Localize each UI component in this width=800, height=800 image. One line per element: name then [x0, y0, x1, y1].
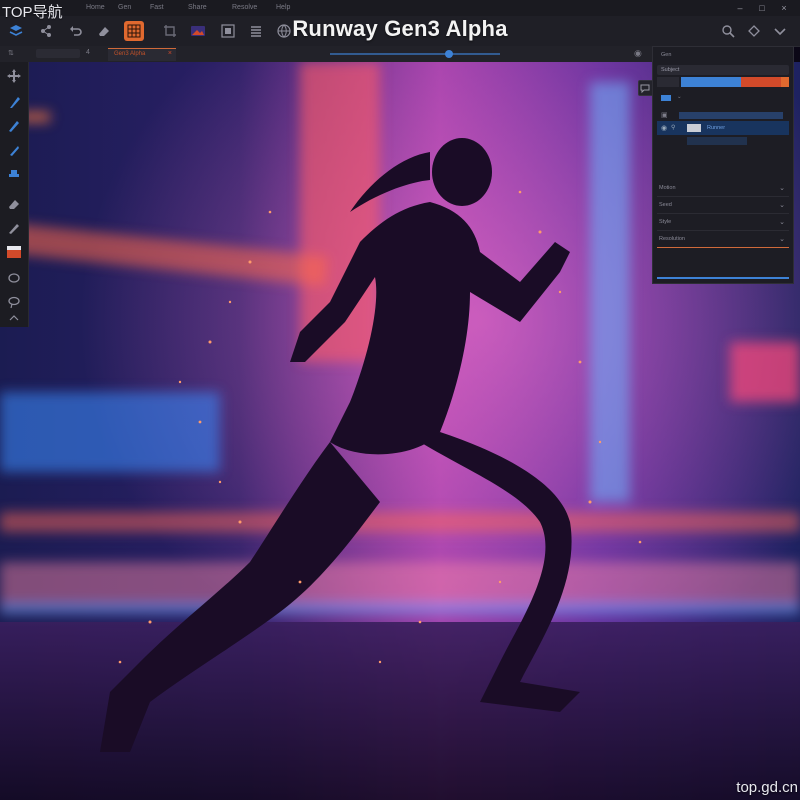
- pencil-tool-icon[interactable]: [4, 140, 24, 160]
- timeline-handle[interactable]: [445, 50, 453, 58]
- section-seed[interactable]: Seed ⌄: [657, 199, 789, 214]
- menu-item-resolve[interactable]: Resolve: [232, 4, 257, 11]
- panel-progress-bar: [657, 277, 789, 279]
- undo-icon[interactable]: [66, 21, 86, 41]
- panel-header: Gen: [661, 52, 672, 58]
- brush-tool-icon[interactable]: [4, 92, 24, 112]
- layer-name-field[interactable]: [679, 112, 783, 119]
- minimize-icon[interactable]: –: [734, 2, 746, 14]
- section-motion[interactable]: Motion ⌄: [657, 182, 789, 197]
- layer-type-label: ⌄: [677, 94, 682, 100]
- move-tool-icon[interactable]: [4, 66, 24, 86]
- arrow-icon[interactable]: ⇅: [8, 49, 14, 57]
- tool-palette: [0, 62, 29, 327]
- watermark-bottom-right: top.gd.cn: [736, 779, 798, 796]
- chevron-down-icon: ⌄: [779, 185, 785, 192]
- menu-item-fast[interactable]: Fast: [150, 4, 164, 11]
- crop-icon[interactable]: [160, 21, 180, 41]
- eye-icon[interactable]: ◉: [634, 48, 642, 59]
- layers-icon[interactable]: [6, 21, 26, 41]
- smudge-tool-icon[interactable]: [4, 218, 24, 238]
- page-title: Runway Gen3 Alpha: [292, 16, 508, 41]
- eye-visibility-icon[interactable]: ◉: [661, 124, 667, 132]
- close-icon[interactable]: ×: [778, 2, 790, 14]
- layers-title: Subject: [661, 67, 680, 73]
- menu-item-share[interactable]: Share: [188, 4, 207, 11]
- lock-icon[interactable]: ▣: [661, 111, 668, 119]
- chevron-down-icon: ⌄: [779, 219, 785, 226]
- properties-panel: Gen Subject ⌄ ▣ ◉ ⚲ Runner Motion ⌄ Seed ⌄: [652, 46, 794, 284]
- layer-thumbnail: [687, 124, 701, 132]
- section-style[interactable]: Style ⌄: [657, 216, 789, 231]
- document-tab[interactable]: Gen3 Alpha ×: [108, 48, 176, 61]
- document-tab-label: Gen3 Alpha: [114, 51, 146, 57]
- layer-name: Runner: [707, 125, 726, 131]
- link-icon[interactable]: ⚲: [671, 124, 675, 131]
- share-icon[interactable]: [36, 21, 56, 41]
- layer-row-selected[interactable]: ◉ ⚲ Runner: [657, 121, 789, 135]
- menubar: Home Gen Fast Share Resolve Help – □ ×: [0, 0, 800, 17]
- color-tool-icon[interactable]: [4, 242, 24, 262]
- section-resolution[interactable]: Resolution ⌄: [657, 233, 789, 248]
- close-tab-icon[interactable]: ×: [168, 50, 172, 57]
- layer-title-row[interactable]: Subject: [657, 65, 789, 75]
- more-tools-icon[interactable]: [4, 312, 24, 324]
- color-bar[interactable]: [657, 77, 789, 87]
- menu-item-help[interactable]: Help: [276, 4, 290, 11]
- chevron-down-icon: ⌄: [779, 202, 785, 209]
- maximize-icon[interactable]: □: [756, 2, 768, 14]
- eraser-icon[interactable]: [94, 21, 114, 41]
- diamond-icon[interactable]: [744, 21, 764, 41]
- image-icon[interactable]: [188, 21, 208, 41]
- lasso-tool-icon[interactable]: [4, 292, 24, 312]
- eraser-tool-icon[interactable]: [4, 194, 24, 214]
- menu-item-gen[interactable]: Gen: [118, 4, 131, 11]
- app-window: Home Gen Fast Share Resolve Help – □ × ⇅…: [0, 0, 800, 800]
- search-icon[interactable]: [718, 21, 738, 41]
- timeline-slider[interactable]: [330, 53, 500, 55]
- sub-layer-row[interactable]: [687, 137, 747, 145]
- chevron-down-icon: ⌄: [779, 236, 785, 243]
- size-icon: 4: [86, 49, 90, 56]
- stamp-tool-icon[interactable]: [4, 164, 24, 184]
- chevron-down-icon[interactable]: [770, 21, 790, 41]
- layer-color-swatch: [661, 95, 671, 101]
- watermark-top-left: TOP导航: [2, 4, 63, 21]
- document-bar: ⇅ 4 Gen3 Alpha × ◉: [0, 46, 652, 63]
- menu-item-home[interactable]: Home: [86, 4, 105, 11]
- shape-tool-icon[interactable]: [4, 268, 24, 288]
- preset-selector[interactable]: [36, 49, 80, 58]
- pen-tool-icon[interactable]: [4, 116, 24, 136]
- grid-icon[interactable]: [124, 21, 144, 41]
